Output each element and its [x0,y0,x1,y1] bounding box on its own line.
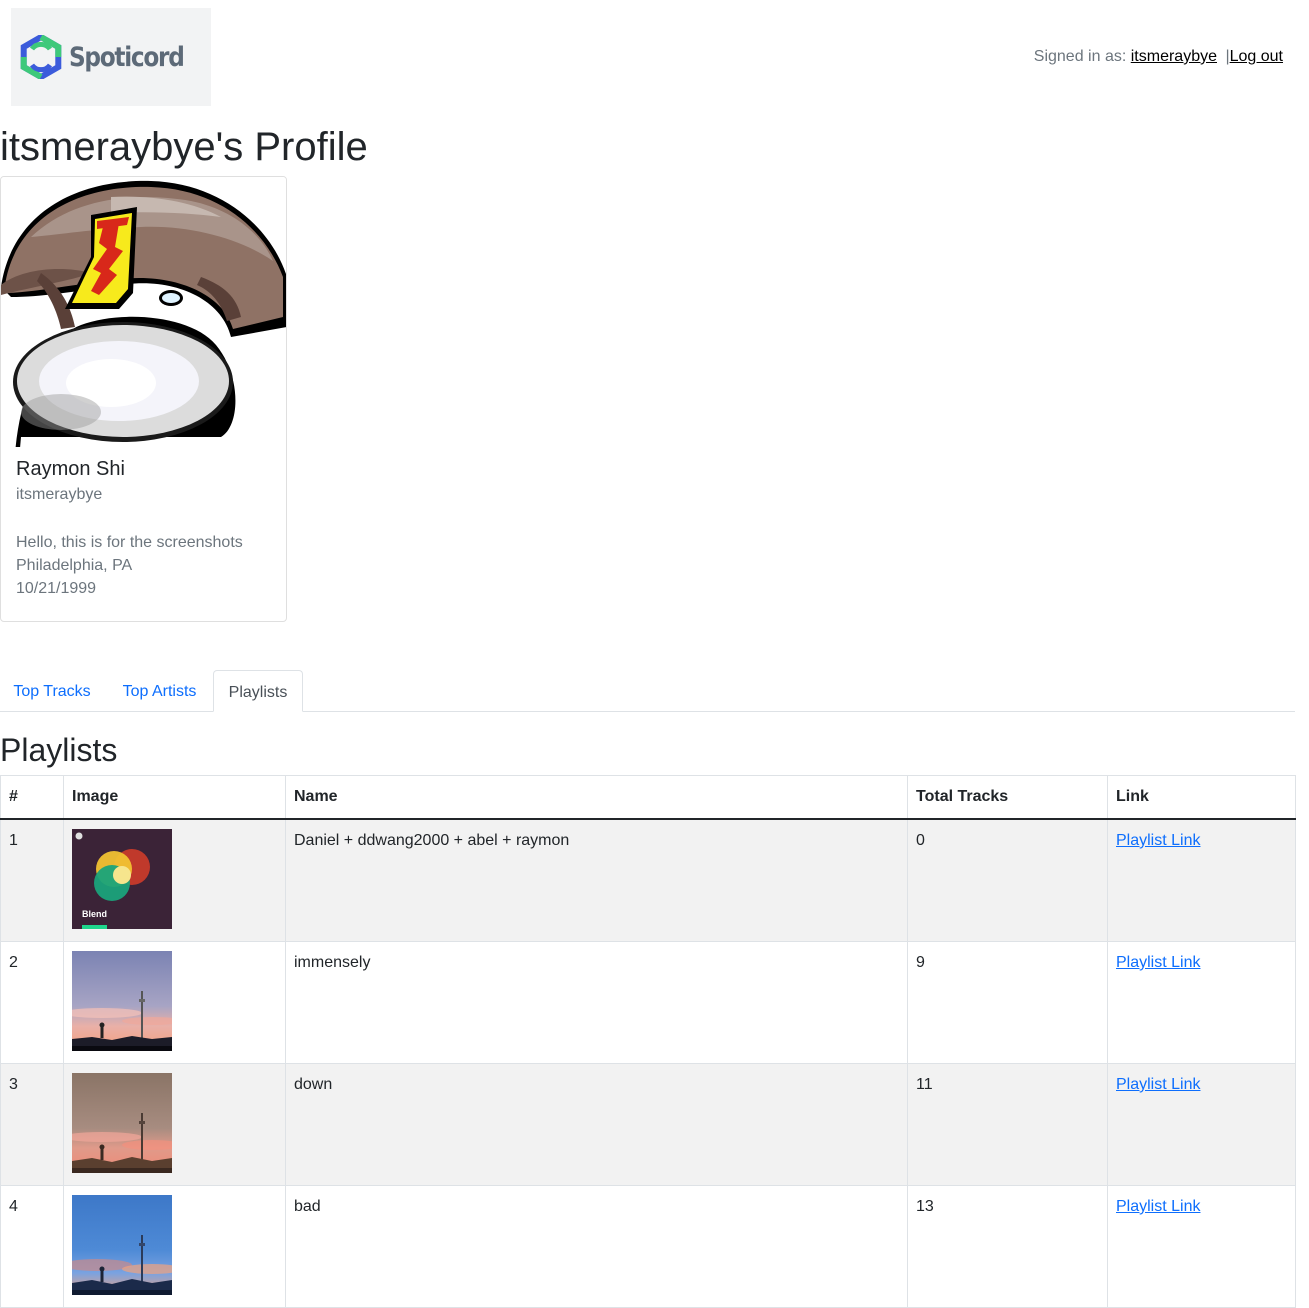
row-total-tracks: 0 [907,818,1108,942]
profile-username: itsmeraybye [16,486,103,503]
tab-top-tracks[interactable]: Top Tracks [0,670,104,711]
row-number: 3 [0,1063,64,1186]
row-total-tracks: 13 [907,1185,1108,1308]
row-name: bad [285,1185,908,1308]
playlist-link[interactable]: Playlist Link [1116,954,1200,971]
logo-text: Spoticord [69,41,185,73]
spoticord-logo-icon [21,35,62,79]
blend-cover: Blend [72,829,172,929]
blue-sky-cover [72,1195,172,1295]
table-header-row: # Image Name Total Tracks Link [0,775,1296,820]
profile-tabs: Top Tracks Top Artists Playlists [0,670,1295,712]
row-link-cell: Playlist Link [1107,1185,1296,1308]
row-name: Daniel + ddwang2000 + abel + raymon [285,818,908,942]
col-header-link: Link [1107,775,1296,820]
row-link-cell: Playlist Link [1107,818,1296,942]
page-title: itsmeraybye's Profile [0,125,368,169]
row-image [63,1185,286,1308]
avatar [1,177,286,447]
playlist-link[interactable]: Playlist Link [1116,1198,1200,1215]
row-name: down [285,1063,908,1186]
col-header-total-tracks: Total Tracks [907,775,1108,820]
profile-card: Raymon Shi itsmeraybye Hello, this is fo… [0,176,287,622]
row-total-tracks: 11 [907,1063,1108,1186]
row-name: immensely [285,941,908,1064]
dusk-sky-cover [72,1073,172,1173]
col-header-image: Image [63,775,286,820]
signed-in-info: Signed in as: itsmeraybye |Log out [1034,48,1283,66]
table-row: 4 bad 13 Playlist Link [0,1185,1296,1308]
row-link-cell: Playlist Link [1107,1063,1296,1186]
playlists-table: # Image Name Total Tracks Link 1 Blend D… [0,775,1296,1308]
table-row: 2 immensely 9 Playlist Link [0,941,1296,1064]
playlist-link[interactable]: Playlist Link [1116,832,1200,849]
profile-bio: Hello, this is for the screenshots [16,534,243,551]
table-row: 3 down 11 Playlist Link [0,1063,1296,1186]
profile-name: Raymon Shi [16,458,125,480]
col-header-number: # [0,775,64,820]
row-number: 4 [0,1185,64,1308]
playlists-heading: Playlists [0,732,118,768]
row-image [63,1063,286,1186]
row-image [63,941,286,1064]
playlist-link[interactable]: Playlist Link [1116,1076,1200,1093]
violet-sky-cover [72,951,172,1051]
row-link-cell: Playlist Link [1107,941,1296,1064]
tab-top-artists[interactable]: Top Artists [106,670,213,711]
row-total-tracks: 9 [907,941,1108,1064]
blend-cover-label: Blend [82,909,107,919]
logout-link[interactable]: Log out [1230,48,1283,65]
row-number: 1 [0,818,64,942]
profile-location: Philadelphia, PA [16,557,133,574]
table-row: 1 Blend Daniel + ddwang2000 + abel + ray… [0,818,1296,942]
username-link[interactable]: itsmeraybye [1131,48,1217,65]
row-image: Blend [63,818,286,942]
signed-in-label: Signed in as: [1033,48,1127,65]
col-header-name: Name [285,775,908,820]
spoticord-logo[interactable]: Spoticord [11,8,211,106]
row-number: 2 [0,941,64,1064]
profile-birthday: 10/21/1999 [16,580,97,597]
tab-playlists[interactable]: Playlists [213,670,303,712]
